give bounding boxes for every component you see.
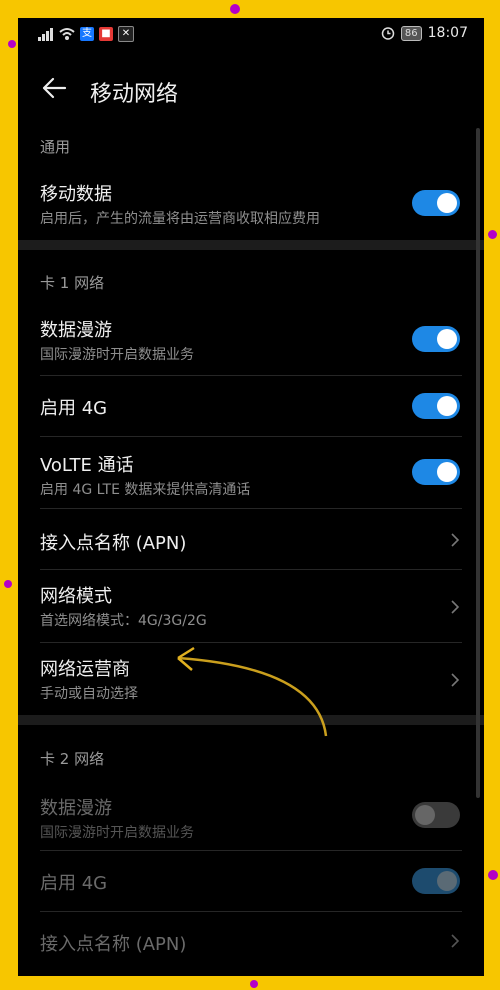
phone-screen: 支 ■ ✕ 86 18:07 移动网络 通用 移动数据 启用后，产生的流量将由运… (18, 18, 484, 976)
decoration-dot (488, 870, 498, 880)
decoration-dot (250, 980, 258, 988)
decoration-dot (230, 4, 240, 14)
decoration-dot (4, 580, 12, 588)
decoration-dot (8, 40, 16, 48)
annotation-arrow (177, 646, 328, 737)
decoration-dot (488, 230, 497, 239)
